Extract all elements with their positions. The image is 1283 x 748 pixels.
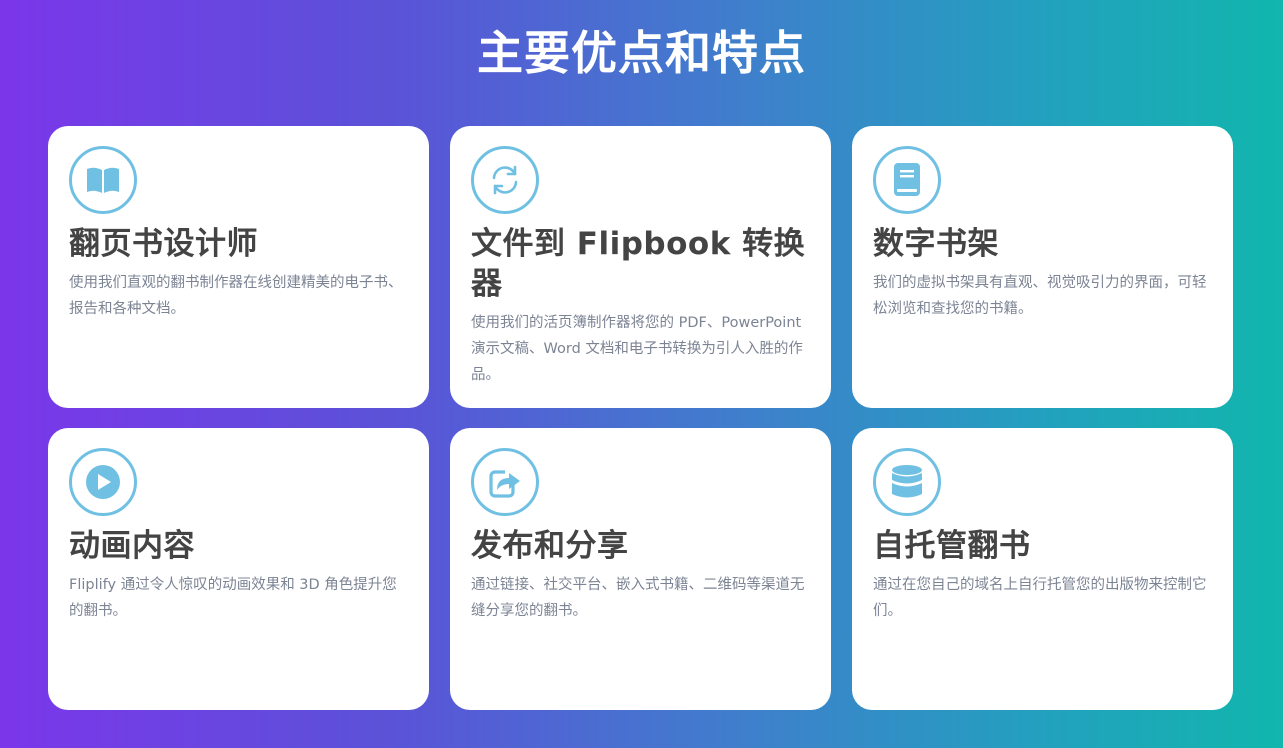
feature-card-animated-content: 动画内容 Fliplify 通过令人惊叹的动画效果和 3D 角色提升您的翻书。 (48, 428, 429, 710)
page-title: 主要优点和特点 (477, 26, 806, 80)
feature-title: 发布和分享 (471, 528, 629, 564)
feature-description: 使用我们的活页簿制作器将您的 PDF、PowerPoint 演示文稿、Word … (471, 315, 803, 383)
database-icon (873, 448, 941, 516)
feature-description: Fliplify 通过令人惊叹的动画效果和 3D 角色提升您的翻书。 (69, 577, 397, 619)
open-book-icon (69, 146, 137, 214)
feature-description: 使用我们直观的翻书制作器在线创建精美的电子书、报告和各种文档。 (69, 275, 403, 317)
feature-card-publish-share: 发布和分享 通过链接、社交平台、嵌入式书籍、二维码等渠道无缝分享您的翻书。 (450, 428, 831, 710)
feature-title: 翻页书设计师 (69, 226, 258, 262)
feature-description: 通过在您自己的域名上自行托管您的出版物来控制它们。 (873, 577, 1207, 619)
feature-title: 自托管翻书 (873, 528, 1031, 564)
feature-title: 文件到 Flipbook 转换器 (471, 226, 806, 302)
feature-description: 我们的虚拟书架具有直观、视觉吸引力的界面，可轻松浏览和查找您的书籍。 (873, 275, 1207, 317)
feature-card-self-hosted: 自托管翻书 通过在您自己的域名上自行托管您的出版物来控制它们。 (852, 428, 1233, 710)
feature-title: 数字书架 (873, 226, 999, 262)
book-icon (873, 146, 941, 214)
play-circle-icon (69, 448, 137, 516)
feature-title: 动画内容 (69, 528, 195, 564)
feature-card-digital-bookshelf: 数字书架 我们的虚拟书架具有直观、视觉吸引力的界面，可轻松浏览和查找您的书籍。 (852, 126, 1233, 408)
share-icon (471, 448, 539, 516)
feature-card-flipbook-designer: 翻页书设计师 使用我们直观的翻书制作器在线创建精美的电子书、报告和各种文档。 (48, 126, 429, 408)
refresh-icon (471, 146, 539, 214)
feature-card-file-converter: 文件到 Flipbook 转换器 使用我们的活页簿制作器将您的 PDF、Powe… (450, 126, 831, 408)
feature-description: 通过链接、社交平台、嵌入式书籍、二维码等渠道无缝分享您的翻书。 (471, 577, 805, 619)
